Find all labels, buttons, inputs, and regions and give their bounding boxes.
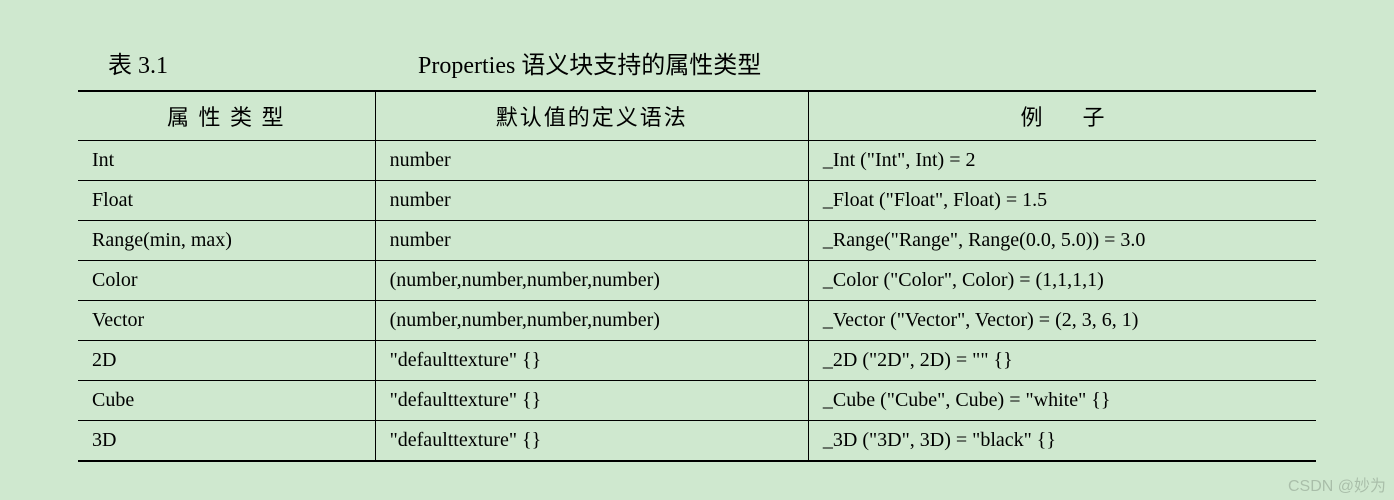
cell-example: _3D ("3D", 3D) = "black" {} bbox=[808, 421, 1316, 462]
table-number: 表 3.1 bbox=[78, 45, 358, 80]
cell-example: _Cube ("Cube", Cube) = "white" {} bbox=[808, 381, 1316, 421]
table-row: Float number _Float ("Float", Float) = 1… bbox=[78, 181, 1316, 221]
cell-syntax: number bbox=[375, 221, 808, 261]
table-title: Properties 语义块支持的属性类型 bbox=[358, 45, 1316, 80]
properties-table: 属 性 类 型 默认值的定义语法 例子 Int number _Int ("In… bbox=[78, 90, 1316, 462]
table-row: Vector (number,number,number,number) _Ve… bbox=[78, 301, 1316, 341]
cell-type: Float bbox=[78, 181, 375, 221]
cell-type: Vector bbox=[78, 301, 375, 341]
table-row: 3D "defaulttexture" {} _3D ("3D", 3D) = … bbox=[78, 421, 1316, 462]
cell-example: _Color ("Color", Color) = (1,1,1,1) bbox=[808, 261, 1316, 301]
document-page: 表 3.1 Properties 语义块支持的属性类型 属 性 类 型 默认值的… bbox=[0, 0, 1394, 472]
table-row: 2D "defaulttexture" {} _2D ("2D", 2D) = … bbox=[78, 341, 1316, 381]
cell-example: _2D ("2D", 2D) = "" {} bbox=[808, 341, 1316, 381]
cell-example: _Int ("Int", Int) = 2 bbox=[808, 141, 1316, 181]
table-body: Int number _Int ("Int", Int) = 2 Float n… bbox=[78, 141, 1316, 462]
header-example-char1: 例 bbox=[1020, 105, 1042, 130]
cell-syntax: (number,number,number,number) bbox=[375, 301, 808, 341]
cell-example: _Float ("Float", Float) = 1.5 bbox=[808, 181, 1316, 221]
table-header-row: 属 性 类 型 默认值的定义语法 例子 bbox=[78, 91, 1316, 141]
cell-syntax: number bbox=[375, 141, 808, 181]
header-default-syntax: 默认值的定义语法 bbox=[375, 91, 808, 141]
cell-type: 3D bbox=[78, 421, 375, 462]
cell-syntax: "defaulttexture" {} bbox=[375, 421, 808, 462]
table-row: Cube "defaulttexture" {} _Cube ("Cube", … bbox=[78, 381, 1316, 421]
cell-example: _Vector ("Vector", Vector) = (2, 3, 6, 1… bbox=[808, 301, 1316, 341]
table-row: Range(min, max) number _Range("Range", R… bbox=[78, 221, 1316, 261]
header-example: 例子 bbox=[808, 91, 1316, 141]
cell-type: 2D bbox=[78, 341, 375, 381]
table-row: Int number _Int ("Int", Int) = 2 bbox=[78, 141, 1316, 181]
header-attribute-type: 属 性 类 型 bbox=[78, 91, 375, 141]
cell-syntax: "defaulttexture" {} bbox=[375, 341, 808, 381]
cell-syntax: number bbox=[375, 181, 808, 221]
cell-type: Cube bbox=[78, 381, 375, 421]
cell-type: Int bbox=[78, 141, 375, 181]
cell-type: Color bbox=[78, 261, 375, 301]
cell-syntax: "defaulttexture" {} bbox=[375, 381, 808, 421]
cell-type: Range(min, max) bbox=[78, 221, 375, 261]
table-caption: 表 3.1 Properties 语义块支持的属性类型 bbox=[78, 45, 1316, 80]
cell-example: _Range("Range", Range(0.0, 5.0)) = 3.0 bbox=[808, 221, 1316, 261]
watermark: CSDN @妙为 bbox=[1288, 472, 1386, 496]
cell-syntax: (number,number,number,number) bbox=[375, 261, 808, 301]
table-row: Color (number,number,number,number) _Col… bbox=[78, 261, 1316, 301]
header-example-char2: 子 bbox=[1082, 105, 1104, 130]
